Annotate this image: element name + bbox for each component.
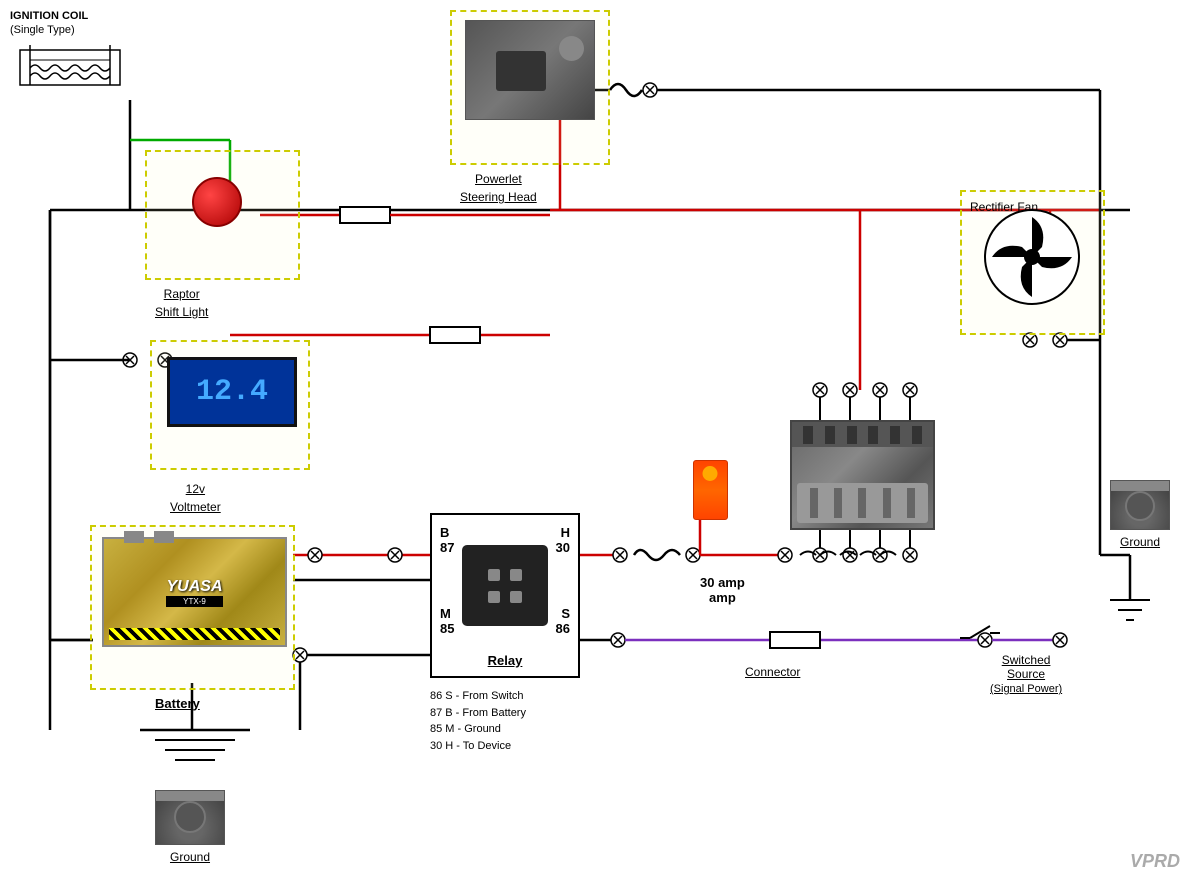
battery-dashed-box: YUASA YTX-9 [90,525,295,690]
switch-symbol-svg [955,618,1005,648]
relay-box: B87 H30 M85 S86 Relay [430,513,580,678]
powerlet-box [450,10,610,165]
raptor-shift-light-box [145,150,300,280]
switched-source-label: Switched Source (Signal Power) [990,653,1062,695]
connector-label: Connector [745,665,800,679]
relay-pin-s86: S86 [556,606,570,636]
relay-pin-h30: H30 [556,525,570,555]
fuse-label: 30 amp amp [700,575,745,605]
battery-label: Battery [155,695,200,713]
ground-left: Ground [155,790,225,864]
powerlet-label: Powerlet Steering Head [460,170,537,206]
blade-fuse-image [680,460,740,530]
coil-symbol-svg [15,40,135,100]
relay-label: Relay [488,653,523,668]
relay-pin-b87: B87 [440,525,454,555]
relay-body [462,545,548,626]
distribution-block-image [790,420,935,530]
wiring-diagram: IGNITION COIL (Single Type) Raptor Shift… [0,0,1200,887]
rectifier-fan-label: Rectifier Fan [970,200,1038,214]
ignition-coil-label: IGNITION COIL [10,10,140,22]
ignition-coil-sublabel: (Single Type) [10,24,140,36]
ground-left-image [155,790,225,845]
ground-right: Ground [1110,480,1170,549]
voltmeter-box: 12.4 [150,340,310,470]
voltmeter-display: 12.4 [167,357,297,427]
relay-pin-m85: M85 [440,606,454,636]
voltmeter-label: 12v Voltmeter [170,480,221,516]
fan-symbol [982,207,1082,312]
watermark: VPRD [1130,851,1180,872]
ignition-coil: IGNITION COIL (Single Type) [10,10,140,105]
relay-notes: 86 S - From Switch 87 B - From Battery 8… [430,688,526,754]
raptor-shift-light-label: Raptor Shift Light [155,285,208,321]
battery-image: YUASA YTX-9 [102,537,287,657]
ground-right-image [1110,480,1170,530]
powerlet-image [465,20,595,120]
raptor-led [192,177,242,227]
